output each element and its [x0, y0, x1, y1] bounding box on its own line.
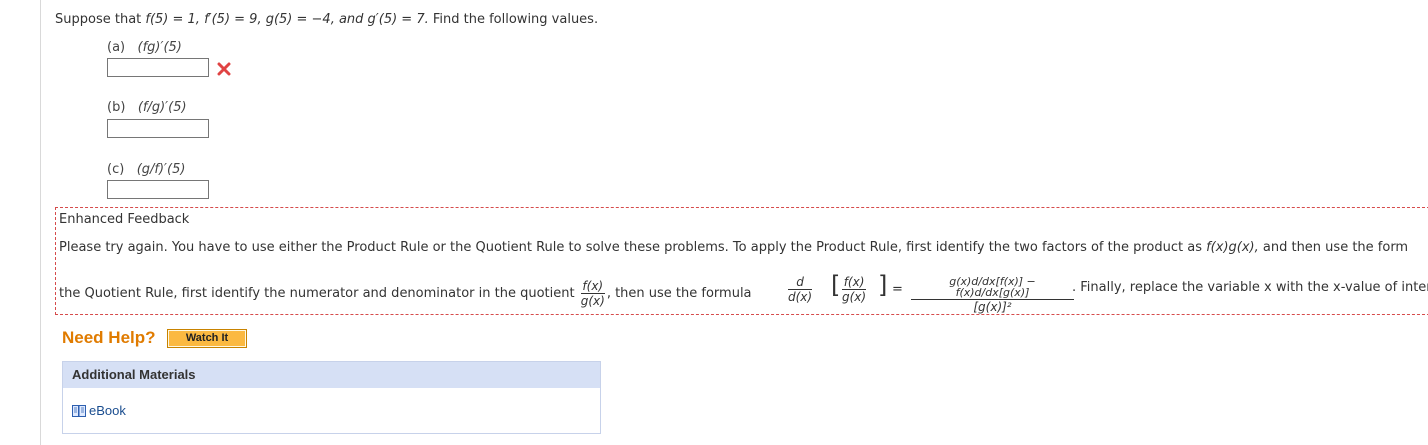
feedback-line-2-end: . Finally, replace the variable x with t…	[1072, 280, 1428, 295]
part-c-label: (c) (g/f)′(5)	[107, 162, 186, 177]
quotient-rule-formula: d d(x) [ f(x) g(x) ] = g(x)d/dx[f(x)] − f(…	[786, 265, 1076, 315]
part-b-label: (b) (f/g)′(5)	[107, 100, 187, 115]
enhanced-feedback-panel: Enhanced Feedback Please try again. You …	[55, 207, 1428, 315]
feedback-title: Enhanced Feedback	[59, 212, 190, 227]
left-divider	[40, 0, 41, 445]
feedback-line-1: Please try again. You have to use either…	[59, 240, 1409, 255]
quotient-fraction: f(x) g(x)	[580, 279, 605, 308]
incorrect-x-icon	[217, 62, 231, 76]
answer-input-c[interactable]	[107, 180, 209, 199]
additional-materials-panel: Additional Materials eBook	[62, 361, 601, 434]
question-text: Suppose that f(5) = 1, f′(5) = 9, g(5) =…	[55, 12, 599, 27]
ebook-link[interactable]: eBook	[72, 403, 126, 418]
answer-input-b[interactable]	[107, 119, 209, 138]
book-icon	[72, 405, 86, 417]
feedback-line-2: the Quotient Rule, first identify the nu…	[59, 279, 752, 308]
part-a-label: (a) (fg)′(5)	[107, 40, 182, 55]
additional-materials-heading: Additional Materials	[63, 362, 600, 388]
answer-input-a[interactable]	[107, 58, 209, 77]
given-values: f(5) = 1, f′(5) = 9, g(5) = −4, and g′(5…	[145, 12, 429, 27]
need-help-title: Need Help?	[62, 328, 156, 347]
watch-it-button[interactable]: Watch It	[166, 328, 248, 349]
